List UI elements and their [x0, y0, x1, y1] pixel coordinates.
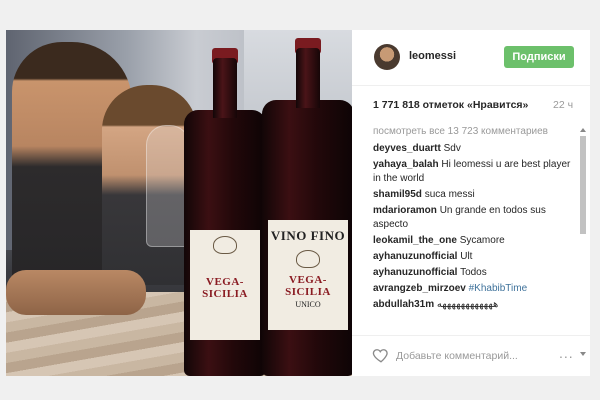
post-time[interactable]: 22 ч [553, 99, 573, 111]
photo-arm [6, 270, 146, 315]
comment-text: suca messi [424, 189, 475, 200]
comment-user[interactable]: abdullah31m [373, 299, 434, 310]
comment: leokamil_the_one Sycamore [373, 234, 573, 248]
comment-text: Sdv [443, 143, 461, 154]
bottle-right-brand: VEGA-SICILIA [285, 274, 331, 298]
comment: yahaya_balah Hi leomessi u are best play… [373, 158, 573, 186]
bottle-left-brand: VEGA-SICILIA [202, 276, 248, 300]
heart-icon[interactable] [372, 346, 390, 364]
comment-hashtag[interactable]: #KhabibTime [469, 283, 528, 294]
comment: mdarioramon Un grande en todos sus aspec… [373, 204, 573, 232]
comment-user[interactable]: ayhanuzunofficial [373, 267, 457, 278]
avatar[interactable] [374, 44, 400, 70]
comment-user[interactable]: avrangzeb_mirzoev [373, 283, 466, 294]
comment: avrangzeb_mirzoev #KhabibTime [373, 282, 573, 296]
bottle-label-right: VINO FINO VEGA-SICILIA UNICO [268, 220, 348, 330]
bottle-right-title: VINO FINO [270, 228, 346, 243]
comment: deyves_duartt Sdv [373, 142, 573, 156]
post-sidebar: leomessi Подписки 1 771 818 отметок «Нра… [352, 30, 590, 376]
wine-bottle-right: VINO FINO VEGA-SICILIA UNICO [262, 38, 352, 376]
comment-user[interactable]: shamil95d [373, 189, 422, 200]
follow-button[interactable]: Подписки [504, 46, 574, 68]
comment: ayhanuzunofficial Todos [373, 266, 573, 280]
bottle-right-sub: UNICO [295, 300, 321, 309]
comment: shamil95d suca messi [373, 188, 573, 202]
add-comment-input[interactable]: Добавьте комментарий... [396, 350, 556, 362]
comment: ayhanuzunofficial Ult [373, 250, 573, 264]
comment-user[interactable]: leokamil_the_one [373, 235, 457, 246]
comments-scrollbar[interactable] [580, 128, 587, 356]
comments-list: deyves_duartt Sdv yahaya_balah Hi leomes… [373, 142, 573, 314]
post-footer: Добавьте комментарий... ... [352, 335, 590, 377]
bottle-label-left: VEGA-SICILIA [190, 230, 260, 340]
post-card: VEGA-SICILIA VINO FINO VEGA-SICILIA UNIC… [6, 30, 590, 376]
comment-text: Todos [460, 267, 487, 278]
comment-user[interactable]: ayhanuzunofficial [373, 251, 457, 262]
comment: abdullah31m ههههههههههههه [373, 298, 573, 312]
more-options-icon[interactable]: ... [559, 345, 574, 361]
username[interactable]: leomessi [409, 50, 456, 62]
comment-user[interactable]: deyves_duartt [373, 143, 441, 154]
comment-text: Sycamore [459, 235, 505, 246]
view-all-comments-link[interactable]: посмотреть все 13 723 комментариев [373, 126, 548, 137]
comment-user[interactable]: mdarioramon [373, 205, 437, 216]
post-photo[interactable]: VEGA-SICILIA VINO FINO VEGA-SICILIA UNIC… [6, 30, 352, 376]
post-header: leomessi Подписки [352, 30, 590, 86]
comment-user[interactable]: yahaya_balah [373, 159, 439, 170]
comment-text: Ult [460, 251, 473, 262]
wine-bottle-left: VEGA-SICILIA [184, 48, 266, 376]
comment-text: ههههههههههههه [436, 299, 499, 310]
likes-count[interactable]: 1 771 818 отметок «Нравится» [373, 99, 528, 111]
scroll-thumb[interactable] [580, 136, 586, 234]
scroll-up-arrow[interactable] [580, 128, 586, 132]
